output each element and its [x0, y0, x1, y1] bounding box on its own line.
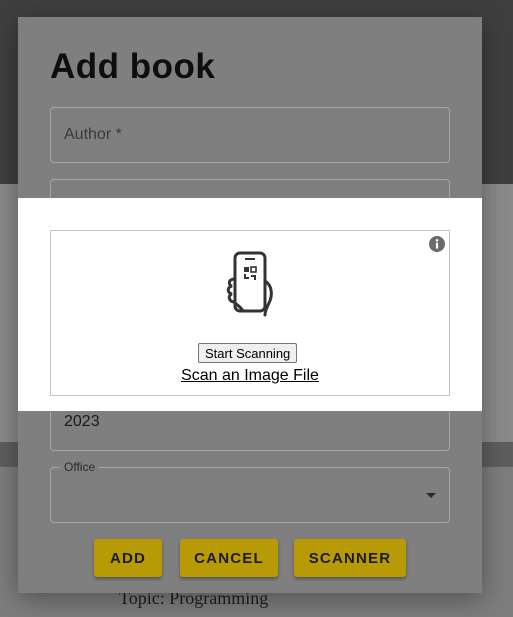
author-placeholder: Author *: [64, 126, 122, 143]
chevron-down-icon[interactable]: [426, 493, 436, 498]
office-label: Office: [60, 460, 100, 474]
scanner-overlay: Start Scanning Scan an Image File: [18, 198, 482, 411]
phone-qr-icon: [226, 251, 273, 317]
year-value: 2023: [64, 413, 100, 430]
scan-image-file-link[interactable]: Scan an Image File: [51, 367, 449, 385]
start-scanning-button[interactable]: Start Scanning: [198, 343, 298, 363]
cancel-button[interactable]: CANCEL: [180, 539, 278, 577]
office-select[interactable]: Office: [50, 460, 450, 523]
add-button[interactable]: ADD: [94, 539, 162, 577]
author-field[interactable]: Author *: [50, 107, 450, 163]
info-icon[interactable]: [429, 236, 445, 252]
dialog-title: Add book: [50, 47, 216, 86]
scanner-button[interactable]: SCANNER: [294, 539, 406, 577]
scanner-region: Start Scanning Scan an Image File: [50, 230, 450, 396]
dialog-actions: ADD CANCEL SCANNER: [18, 539, 482, 577]
